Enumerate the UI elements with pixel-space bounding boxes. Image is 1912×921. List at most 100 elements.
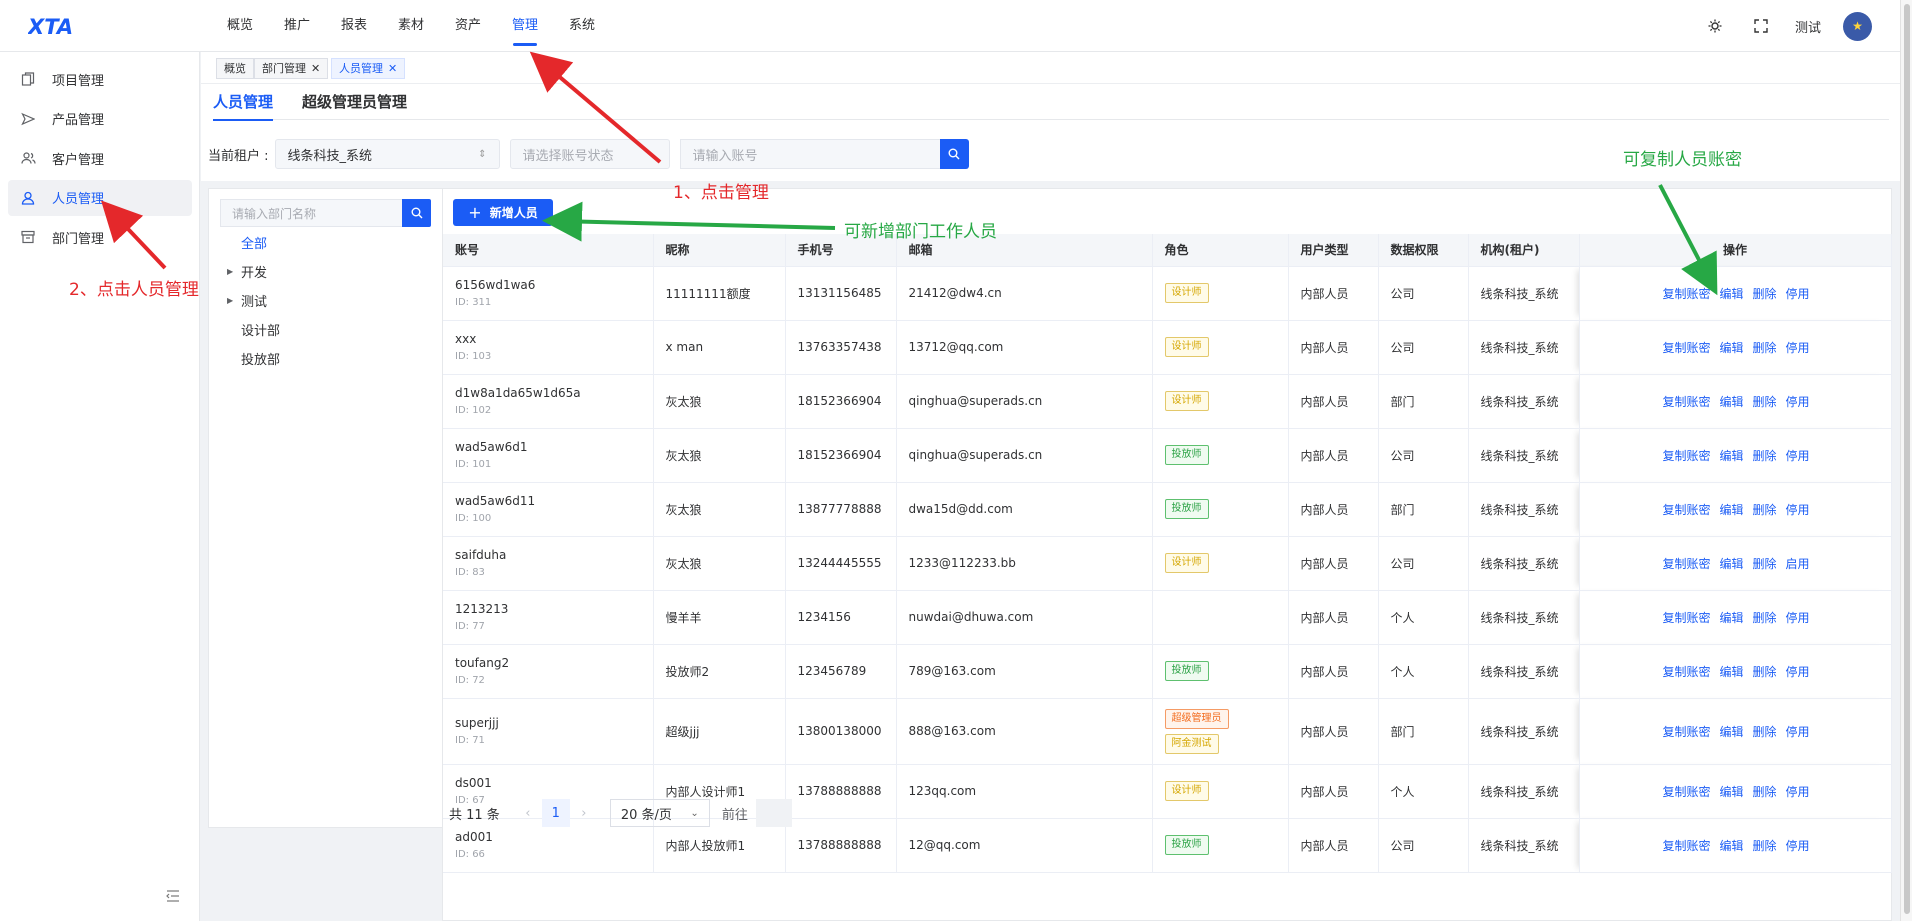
toggle-status-link[interactable]: 停用 bbox=[1786, 609, 1810, 626]
sidebar-item[interactable]: 客户管理 bbox=[8, 140, 192, 176]
fullscreen-icon[interactable] bbox=[1749, 14, 1773, 38]
edit-link[interactable]: 编辑 bbox=[1719, 501, 1743, 518]
toggle-status-link[interactable]: 停用 bbox=[1786, 723, 1810, 740]
top-nav-item[interactable]: 推广 bbox=[284, 0, 341, 52]
copy-credentials-link[interactable]: 复制账密 bbox=[1662, 723, 1710, 740]
edit-link[interactable]: 编辑 bbox=[1719, 555, 1743, 572]
top-nav-item[interactable]: 资产 bbox=[455, 0, 512, 52]
theme-toggle-icon[interactable] bbox=[1703, 14, 1727, 38]
delete-link[interactable]: 删除 bbox=[1753, 723, 1777, 740]
status-select[interactable]: 请选择账号状态 ⌄ bbox=[509, 139, 670, 169]
department-search-button[interactable] bbox=[402, 199, 431, 227]
goto-page-input[interactable] bbox=[755, 799, 792, 827]
delete-link[interactable]: 删除 bbox=[1753, 609, 1777, 626]
edit-link[interactable]: 编辑 bbox=[1719, 837, 1743, 854]
scrollbar-thumb[interactable] bbox=[1904, 4, 1910, 914]
edit-link[interactable]: 编辑 bbox=[1719, 393, 1743, 410]
page-scrollbar[interactable] bbox=[1900, 0, 1912, 921]
tree-node[interactable]: ▶ 测试 bbox=[227, 291, 267, 310]
delete-link[interactable]: 删除 bbox=[1753, 783, 1777, 800]
delete-link[interactable]: 删除 bbox=[1753, 837, 1777, 854]
top-nav-item[interactable]: 报表 bbox=[341, 0, 398, 52]
close-icon[interactable]: ✕ bbox=[388, 59, 397, 78]
copy-credentials-link[interactable]: 复制账密 bbox=[1662, 393, 1710, 410]
top-nav-item[interactable]: 概览 bbox=[227, 0, 284, 52]
copy-credentials-link[interactable]: 复制账密 bbox=[1662, 555, 1710, 572]
account-name[interactable]: d1w8a1da65w1d65a bbox=[455, 385, 653, 401]
toggle-status-link[interactable]: 停用 bbox=[1786, 837, 1810, 854]
sidebar-item[interactable]: 人员管理 bbox=[8, 179, 192, 216]
tenant-select[interactable]: 线条科技_系统 ⇕ bbox=[274, 139, 500, 169]
copy-credentials-link[interactable]: 复制账密 bbox=[1662, 447, 1710, 464]
account-name[interactable]: wad5aw6d11 bbox=[455, 493, 653, 509]
copy-credentials-link[interactable]: 复制账密 bbox=[1662, 837, 1710, 854]
edit-link[interactable]: 编辑 bbox=[1719, 339, 1743, 356]
delete-link[interactable]: 删除 bbox=[1753, 393, 1777, 410]
copy-credentials-link[interactable]: 复制账密 bbox=[1662, 339, 1710, 356]
toggle-status-link[interactable]: 停用 bbox=[1786, 285, 1810, 302]
account-name[interactable]: wad5aw6d1 bbox=[455, 439, 653, 455]
tree-node[interactable]: 全部 bbox=[227, 233, 267, 252]
sub-tab[interactable]: 人员管理 bbox=[213, 84, 274, 121]
copy-credentials-link[interactable]: 复制账密 bbox=[1662, 501, 1710, 518]
edit-link[interactable]: 编辑 bbox=[1719, 723, 1743, 740]
open-tab[interactable]: 人员管理 ✕ bbox=[331, 58, 406, 79]
avatar[interactable]: ★ bbox=[1843, 11, 1872, 41]
sub-tab[interactable]: 超级管理员管理 bbox=[302, 84, 407, 120]
delete-link[interactable]: 删除 bbox=[1753, 285, 1777, 302]
delete-link[interactable]: 删除 bbox=[1753, 555, 1777, 572]
department-search-input[interactable]: 请输入部门名称 bbox=[220, 199, 402, 227]
page-size-select[interactable]: 20 条/页 ⌄ bbox=[609, 799, 710, 827]
close-icon[interactable]: ✕ bbox=[311, 59, 320, 78]
account-name[interactable]: saifduha bbox=[455, 547, 653, 563]
delete-link[interactable]: 删除 bbox=[1753, 663, 1777, 680]
tree-node[interactable]: 设计部 bbox=[227, 320, 280, 339]
toggle-status-link[interactable]: 停用 bbox=[1786, 447, 1810, 464]
edit-link[interactable]: 编辑 bbox=[1719, 609, 1743, 626]
edit-link[interactable]: 编辑 bbox=[1719, 285, 1743, 302]
sidebar-item[interactable]: 产品管理 bbox=[8, 101, 192, 137]
sidebar-item[interactable]: 部门管理 bbox=[8, 219, 192, 255]
account-search-input[interactable]: 请输入账号 bbox=[679, 139, 940, 169]
add-staff-button[interactable]: + 新增人员 bbox=[453, 199, 553, 226]
account-name[interactable]: 6156wd1wa6 bbox=[455, 277, 653, 293]
edit-link[interactable]: 编辑 bbox=[1719, 663, 1743, 680]
account-name[interactable]: ad001 bbox=[455, 829, 653, 845]
account-name[interactable]: toufang2 bbox=[455, 655, 653, 671]
toggle-status-link[interactable]: 停用 bbox=[1786, 783, 1810, 800]
open-tab[interactable]: 概览 bbox=[216, 58, 254, 79]
toggle-status-link[interactable]: 停用 bbox=[1786, 393, 1810, 410]
edit-link[interactable]: 编辑 bbox=[1719, 783, 1743, 800]
copy-credentials-link[interactable]: 复制账密 bbox=[1662, 663, 1710, 680]
caret-right-icon[interactable]: ▶ bbox=[227, 267, 241, 276]
prev-page-icon[interactable]: ‹ bbox=[514, 799, 542, 827]
copy-credentials-link[interactable]: 复制账密 bbox=[1662, 783, 1710, 800]
delete-link[interactable]: 删除 bbox=[1753, 339, 1777, 356]
next-page-icon[interactable]: › bbox=[570, 799, 598, 827]
account-name[interactable]: superjjj bbox=[455, 715, 653, 731]
toggle-status-link[interactable]: 停用 bbox=[1786, 501, 1810, 518]
copy-credentials-link[interactable]: 复制账密 bbox=[1662, 285, 1710, 302]
top-nav-item[interactable]: 素材 bbox=[398, 0, 455, 52]
account-name[interactable]: ds001 bbox=[455, 775, 653, 791]
tree-node[interactable]: ▶ 开发 bbox=[227, 262, 267, 281]
delete-link[interactable]: 删除 bbox=[1753, 501, 1777, 518]
open-tab[interactable]: 部门管理 ✕ bbox=[254, 58, 329, 79]
edit-link[interactable]: 编辑 bbox=[1719, 447, 1743, 464]
tree-node[interactable]: 投放部 bbox=[227, 349, 280, 368]
delete-link[interactable]: 删除 bbox=[1753, 447, 1777, 464]
top-nav-item[interactable]: 系统 bbox=[569, 0, 626, 52]
collapse-sidebar-icon[interactable] bbox=[166, 890, 184, 908]
top-nav-item[interactable]: 管理 bbox=[512, 0, 569, 52]
search-button[interactable] bbox=[939, 139, 969, 169]
account-name[interactable]: xxx bbox=[455, 331, 653, 347]
account-name[interactable]: 1213213 bbox=[455, 601, 653, 617]
toggle-status-link[interactable]: 停用 bbox=[1786, 663, 1810, 680]
page-number[interactable]: 1 bbox=[541, 799, 570, 827]
toggle-status-link[interactable]: 停用 bbox=[1786, 339, 1810, 356]
sidebar-item[interactable]: 项目管理 bbox=[8, 61, 192, 97]
xta-logo[interactable]: XTA bbox=[28, 14, 100, 38]
caret-right-icon[interactable]: ▶ bbox=[227, 296, 241, 305]
copy-credentials-link[interactable]: 复制账密 bbox=[1662, 609, 1710, 626]
toggle-status-link[interactable]: 启用 bbox=[1786, 555, 1810, 572]
